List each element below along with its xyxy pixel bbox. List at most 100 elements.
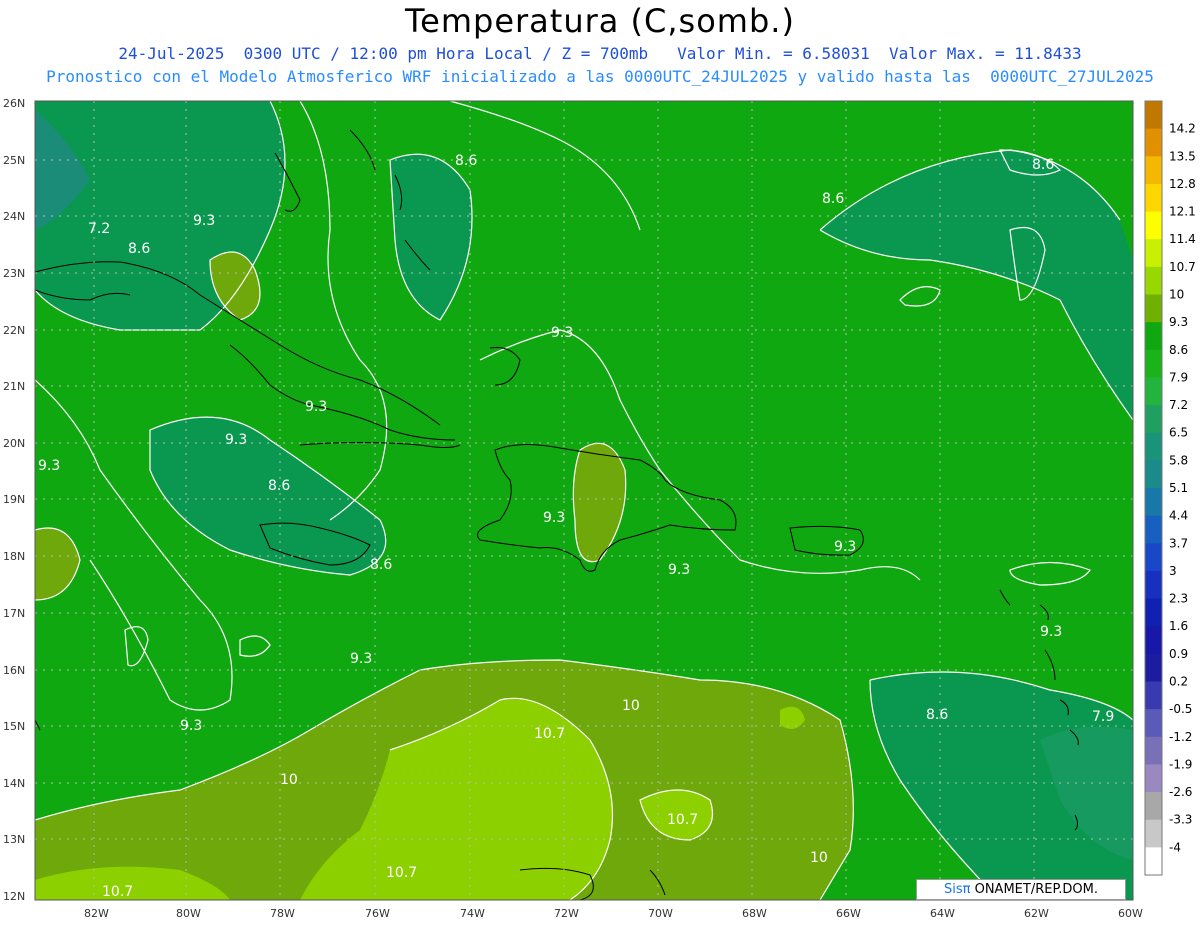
- lon-label: 72W: [554, 907, 579, 920]
- colorbar-label: 10.7: [1169, 260, 1196, 274]
- lon-label: 66W: [836, 907, 861, 920]
- contour-label: 8.6: [1032, 157, 1054, 173]
- colorbar-swatch: [1145, 792, 1162, 821]
- contour-label: 8.6: [455, 153, 477, 169]
- colorbar-label: 7.9: [1169, 370, 1188, 384]
- colorbar-swatch: [1145, 294, 1162, 323]
- contour-label: 8.6: [128, 241, 150, 257]
- colorbar-swatch: [1145, 598, 1162, 627]
- colorbar-swatch: [1145, 405, 1162, 434]
- colorbar-swatch: [1145, 764, 1162, 793]
- contour-label: 8.6: [370, 557, 392, 573]
- colorbar-label: -1.2: [1169, 730, 1192, 744]
- lat-label: 21N: [3, 380, 25, 393]
- colorbar-swatch: [1145, 653, 1162, 682]
- colorbar-label: 3: [1169, 564, 1177, 578]
- colorbar-swatch: [1145, 101, 1162, 130]
- sispi-logo: Sisπ: [944, 882, 971, 897]
- colorbar-label: 5.1: [1169, 481, 1188, 495]
- contour-label: 8.6: [268, 478, 290, 494]
- colorbar-label: 2.3: [1169, 592, 1188, 606]
- lon-label: 80W: [176, 907, 201, 920]
- colorbar-swatch: [1145, 515, 1162, 544]
- colorbar-label: -4: [1169, 840, 1181, 854]
- colorbar-swatch: [1145, 736, 1162, 765]
- longitude-labels: 82W 80W 78W 76W 74W 72W 70W 68W 66W 64W …: [84, 907, 1143, 920]
- colorbar-swatch: [1145, 626, 1162, 655]
- lat-label: 25N: [3, 154, 25, 167]
- colorbar-label: 10: [1169, 288, 1184, 302]
- colorbar-swatch: [1145, 128, 1162, 157]
- temperature-map: 8.6 8.6 8.6 7.2 8.6 9.3 9.3 9.3 9.3 9.3 …: [3, 97, 1196, 920]
- contour-label: 10: [810, 850, 828, 866]
- credit-text: ONAMET/REP.DOM.: [970, 882, 1098, 897]
- contour-label: 9.3: [350, 651, 372, 667]
- lat-label: 24N: [3, 210, 25, 223]
- contour-label: 9.3: [305, 399, 327, 415]
- lat-label: 14N: [3, 777, 25, 790]
- lat-label: 19N: [3, 493, 25, 506]
- lon-label: 68W: [742, 907, 767, 920]
- lat-label: 17N: [3, 607, 25, 620]
- colorbar-label: 13.5: [1169, 149, 1196, 163]
- colorbar-label: 0.2: [1169, 675, 1188, 689]
- colorbar-swatch: [1145, 681, 1162, 710]
- contour-label: 9.3: [1040, 624, 1062, 640]
- lon-label: 82W: [84, 907, 109, 920]
- contour-label: 10: [280, 772, 298, 788]
- colorbar-swatch: [1145, 183, 1162, 213]
- colorbar-swatch: [1145, 570, 1162, 600]
- colorbar-label: 4.4: [1169, 509, 1188, 523]
- colorbar-label: 6.5: [1169, 426, 1188, 440]
- contour-label: 7.9: [1092, 709, 1114, 725]
- colorbar-swatch: [1145, 819, 1162, 848]
- colorbar-label: 7.2: [1169, 398, 1188, 412]
- colorbar-label: -1.9: [1169, 757, 1192, 771]
- colorbar-swatch: [1145, 709, 1162, 738]
- colorbar-label: 12.1: [1169, 205, 1196, 219]
- lon-label: 78W: [270, 907, 295, 920]
- colorbar-label: 3.7: [1169, 536, 1188, 550]
- lon-label: 74W: [460, 907, 485, 920]
- lon-label: 62W: [1024, 907, 1049, 920]
- colorbar-label: 14.2: [1169, 122, 1196, 136]
- colorbar-swatch: [1145, 488, 1162, 517]
- colorbar-swatch: [1145, 460, 1162, 489]
- contour-label: 9.3: [180, 718, 202, 734]
- lon-label: 60W: [1118, 907, 1143, 920]
- lat-label: 12N: [3, 890, 25, 903]
- lat-label: 20N: [3, 437, 25, 450]
- colorbar-swatch: [1145, 543, 1162, 572]
- lat-label: 18N: [3, 550, 25, 563]
- colorbar-label: 8.6: [1169, 343, 1188, 357]
- contour-label: 9.3: [225, 432, 247, 448]
- contour-label: 9.3: [193, 213, 215, 229]
- colorbar-label: -2.6: [1169, 785, 1192, 799]
- colorbar-label: 0.9: [1169, 647, 1188, 661]
- credit-box: Sisπ ONAMET/REP.DOM.: [916, 879, 1126, 900]
- colorbar-swatch: [1145, 349, 1162, 378]
- lat-label: 16N: [3, 664, 25, 677]
- colorbar-label: 1.6: [1169, 619, 1188, 633]
- colorbar-swatch: [1145, 211, 1162, 240]
- contour-label: 10.7: [534, 726, 565, 742]
- contour-label: 8.6: [822, 191, 844, 207]
- contour-label: 9.3: [668, 562, 690, 578]
- colorbar-swatch: [1145, 266, 1162, 295]
- colorbar-swatch: [1145, 322, 1162, 351]
- lat-label: 26N: [3, 97, 25, 110]
- colorbar-label: 5.8: [1169, 453, 1188, 467]
- colorbar-label: 11.4: [1169, 232, 1196, 246]
- lon-label: 70W: [648, 907, 673, 920]
- contour-label: 9.3: [834, 539, 856, 555]
- contour-label: 9.3: [551, 325, 573, 341]
- contour-label: 10.7: [386, 865, 417, 881]
- lon-label: 76W: [365, 907, 390, 920]
- lat-label: 22N: [3, 324, 25, 337]
- contour-label: 8.6: [926, 707, 948, 723]
- contour-label: 10.7: [667, 812, 698, 828]
- colorbar-label: 9.3: [1169, 315, 1188, 329]
- lon-label: 64W: [930, 907, 955, 920]
- contour-label: 10: [622, 698, 640, 714]
- colorbar-label: -3.3: [1169, 813, 1192, 827]
